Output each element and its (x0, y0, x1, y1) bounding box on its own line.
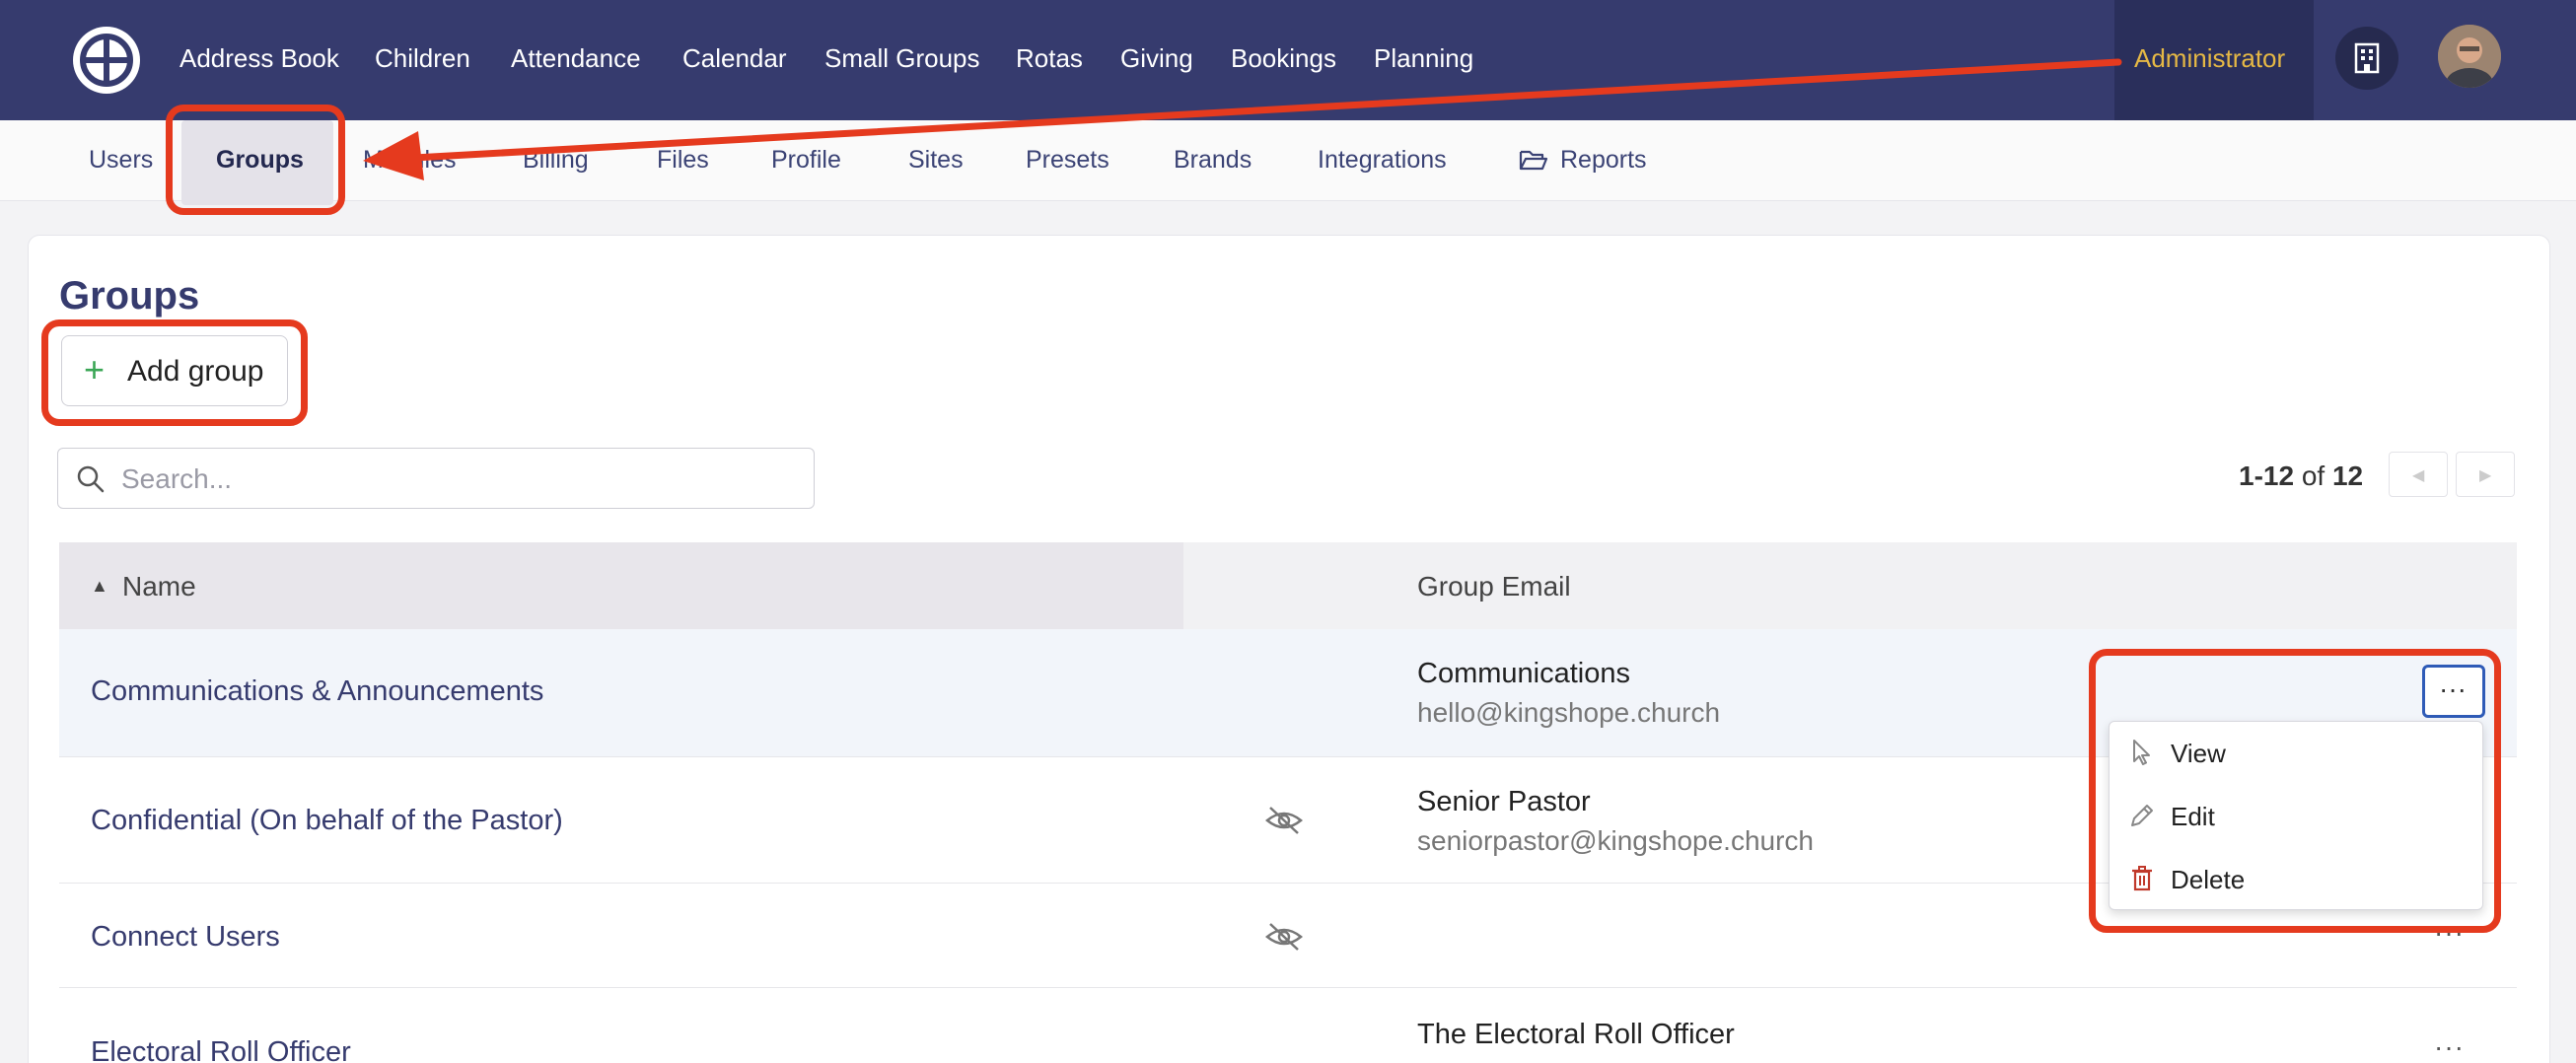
name-header-label[interactable]: Name (122, 571, 196, 602)
eye-slash-icon (1265, 923, 1303, 951)
next-page-button[interactable]: ▶ (2456, 452, 2515, 497)
group-email-name: Senior Pastor (1417, 786, 1591, 817)
pager-total: 12 (2331, 461, 2364, 491)
search-icon (77, 465, 105, 493)
annotation-arrow (363, 58, 2122, 180)
caret-left-icon: ◀ (2412, 467, 2425, 484)
name-column-header[interactable] (59, 542, 1183, 629)
annotation-box-add-group (41, 319, 308, 426)
email-header-label: Group Email (1417, 571, 1571, 602)
group-name-link[interactable]: Connect Users (91, 920, 280, 954)
group-email-address: seniorpastor@kingshope.church (1417, 825, 1814, 856)
pager-range: 1-12 (2239, 461, 2295, 491)
eye-slash-icon (1265, 807, 1303, 834)
caret-right-icon: ▶ (2479, 467, 2492, 484)
table-row[interactable] (59, 988, 2517, 1063)
group-email-name: The Electoral Roll Officer (1417, 1019, 1735, 1050)
pagination-summary: 1-12 of 12 (2239, 460, 2363, 493)
search-field[interactable] (57, 448, 815, 509)
search-input[interactable] (121, 461, 792, 498)
annotation-box-row-menu (2089, 649, 2501, 933)
row-actions-button[interactable]: ··· (2434, 1031, 2465, 1063)
pager-of: of (2301, 461, 2326, 491)
group-email-address: hello@kingshope.church (1417, 697, 1721, 728)
group-name-link[interactable]: Electoral Roll Officer (91, 1035, 351, 1063)
prev-page-button[interactable]: ◀ (2389, 452, 2448, 497)
group-email-name: Communications (1417, 658, 1630, 689)
sort-ascending-icon: ▲ (91, 576, 108, 596)
group-name-link[interactable]: Confidential (On behalf of the Pastor) (91, 804, 563, 837)
group-name-link[interactable]: Communications & Announcements (91, 674, 543, 708)
